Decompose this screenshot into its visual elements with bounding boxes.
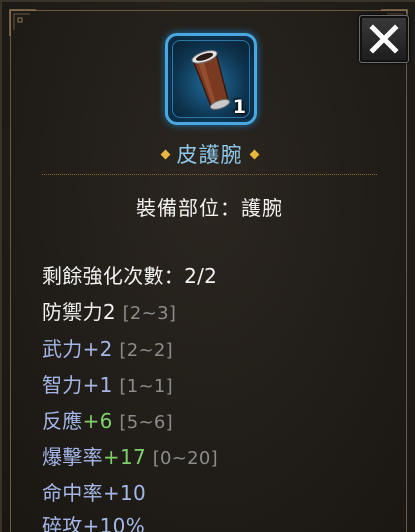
item-name-row: 皮護腕: [2, 140, 415, 168]
stat-hit-rate: 命中率+10: [42, 481, 147, 505]
item-tooltip-panel: 1 皮護腕 裝備部位：護腕 剩餘強化次數：2/2 防禦力2 [2~3] 武力+2…: [0, 0, 415, 532]
stat-bonus: +17: [102, 445, 147, 469]
diamond-icon: [249, 149, 259, 159]
stat-range: [2~3]: [122, 303, 177, 324]
stat-bonus: +1: [82, 373, 113, 397]
close-x-icon: [369, 24, 399, 54]
stat-reaction: 反應+6 [5~6]: [42, 409, 173, 433]
stat-range: [2~2]: [119, 340, 173, 361]
diamond-icon: [160, 149, 170, 159]
stat-defense: 防禦力2 [2~3]: [42, 300, 177, 324]
stat-shatter-attack: 碎攻+10%: [42, 514, 146, 532]
stat-range: [0~20]: [152, 448, 218, 469]
corner-ornament-icon: [9, 9, 36, 36]
stat-bonus: +2: [82, 337, 113, 361]
divider: [42, 174, 377, 175]
close-button[interactable]: [359, 15, 409, 63]
item-icon-slot[interactable]: 1: [165, 33, 257, 125]
stat-intellect: 智力+1 [1~1]: [42, 373, 173, 397]
stat-range: [1~1]: [119, 376, 173, 397]
item-name: 皮護腕: [176, 143, 243, 167]
equip-slot: 裝備部位：護腕: [136, 196, 283, 220]
stat-strength: 武力+2 [2~2]: [42, 337, 173, 361]
stat-enhance-count: 剩餘強化次數：2/2: [42, 264, 218, 288]
stat-bonus: +6: [82, 409, 113, 433]
stat-crit-rate: 爆擊率+17 [0~20]: [42, 445, 218, 469]
stat-range: [5~6]: [119, 412, 173, 433]
item-count: 1: [232, 96, 246, 118]
